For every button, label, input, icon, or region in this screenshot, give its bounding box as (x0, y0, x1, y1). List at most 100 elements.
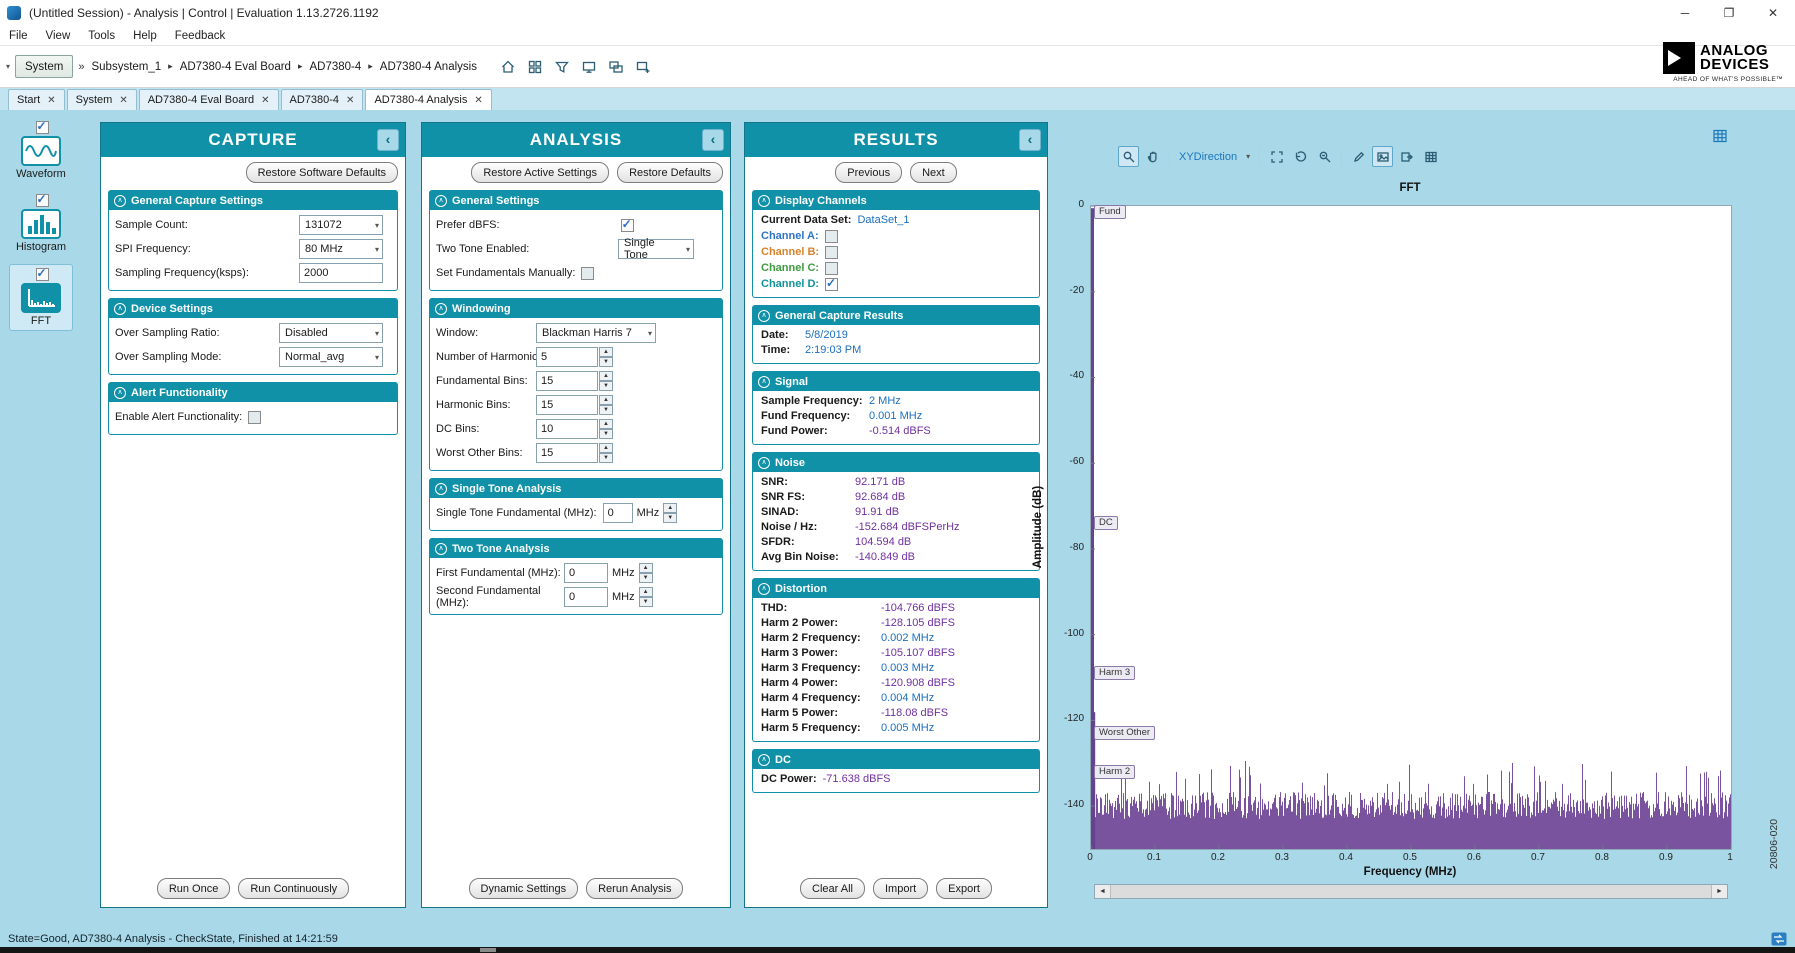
spinner-down-icon[interactable]: ▼ (639, 597, 653, 607)
spinner-up-icon[interactable]: ▲ (599, 443, 613, 453)
tab-close-icon[interactable]: ✕ (47, 95, 55, 106)
close-button[interactable]: ✕ (1751, 0, 1795, 26)
chart-options-button[interactable] (1420, 146, 1441, 167)
sidebar-item-fft[interactable]: FFT (9, 264, 73, 331)
tab-start[interactable]: Start✕ (8, 89, 65, 110)
second-fundamental-spinner[interactable]: 0MHz▲▼ (564, 587, 653, 607)
zoom-box-button[interactable] (1118, 146, 1139, 167)
oversampling-mode-select[interactable]: Normal_avg▾ (279, 347, 383, 367)
spinner-down-icon[interactable]: ▼ (639, 573, 653, 583)
spinner-up-icon[interactable]: ▲ (599, 419, 613, 429)
spinner-up-icon[interactable]: ▲ (599, 371, 613, 381)
input-value[interactable]: 10 (536, 419, 598, 439)
two-tone-enabled-select[interactable]: Single Tone▾ (618, 239, 694, 259)
breadcrumb-overflow-icon[interactable]: » (78, 61, 84, 73)
spinner-down-icon[interactable]: ▼ (599, 381, 613, 391)
window-select[interactable]: Blackman Harris 7▾ (536, 323, 656, 343)
enable-alert-checkbox[interactable] (248, 411, 261, 424)
filter-icon[interactable] (552, 57, 572, 77)
section-header-display-channels[interactable]: ∧ Display Channels (753, 191, 1039, 210)
input-value[interactable]: 0 (564, 563, 608, 583)
run-once-button[interactable]: Run Once (157, 878, 231, 899)
tab-close-icon[interactable]: ✕ (119, 95, 127, 106)
breadcrumb-dropdown-icon[interactable]: ▾ (6, 62, 10, 71)
section-header-device-settings[interactable]: ∧ Device Settings (109, 299, 397, 318)
number-of-harmonics-spinner[interactable]: 5▲▼ (536, 347, 613, 367)
spi-frequency-select[interactable]: 80 MHz▾ (299, 239, 383, 259)
menu-file[interactable]: File (0, 26, 37, 45)
sync-status-icon[interactable] (1771, 932, 1787, 946)
section-header-windowing[interactable]: ∧ Windowing (430, 299, 722, 318)
section-header-capture-results[interactable]: ∧ General Capture Results (753, 306, 1039, 325)
fft-checkbox[interactable] (36, 268, 49, 281)
input-value[interactable]: 15 (536, 395, 598, 415)
zoom-in-button[interactable] (1314, 146, 1335, 167)
spinner-down-icon[interactable]: ▼ (663, 513, 677, 523)
restore-active-settings-button[interactable]: Restore Active Settings (471, 162, 609, 183)
previous-button[interactable]: Previous (835, 162, 902, 183)
tab-close-icon[interactable]: ✕ (474, 95, 482, 106)
sampling-frequency-input[interactable]: 2000 (299, 263, 383, 283)
scroll-right-icon[interactable]: ► (1712, 885, 1727, 898)
input-value[interactable]: 0 (564, 587, 608, 607)
spinner-up-icon[interactable]: ▲ (663, 503, 677, 513)
section-header-general-settings[interactable]: ∧ General Settings (430, 191, 722, 210)
breadcrumb-item-device[interactable]: AD7380-4 (307, 61, 363, 73)
tab-eval-board[interactable]: AD7380-4 Eval Board✕ (139, 89, 279, 110)
spinner-up-icon[interactable]: ▲ (599, 347, 613, 357)
tab-system[interactable]: System✕ (67, 89, 137, 110)
spinner-down-icon[interactable]: ▼ (599, 405, 613, 415)
input-value[interactable]: 15 (536, 371, 598, 391)
fft-plot-area[interactable]: FundDCHarm 3Worst OtherHarm 2 (1090, 205, 1732, 850)
snapshot-image-button[interactable] (1372, 146, 1393, 167)
single-tone-fundamental-spinner[interactable]: 0MHz▲▼ (603, 503, 678, 523)
analysis-collapse-button[interactable]: ‹ (702, 129, 724, 151)
tab-close-ic[interactable]: ✕ (261, 95, 269, 106)
pan-hand-button[interactable] (1142, 146, 1163, 167)
section-header-alert[interactable]: ∧ Alert Functionality (109, 383, 397, 402)
dynamic-settings-button[interactable]: Dynamic Settings (469, 878, 579, 899)
apps-grid-icon[interactable] (525, 57, 545, 77)
sidebar-item-waveform[interactable]: Waveform (9, 118, 73, 183)
spinner-down-icon[interactable]: ▼ (599, 429, 613, 439)
annotate-pencil-button[interactable] (1348, 146, 1369, 167)
annotation-flag[interactable]: DC (1094, 516, 1118, 530)
capture-collapse-button[interactable]: ‹ (377, 129, 399, 151)
chart-scrollbar[interactable]: ◄ ► (1094, 884, 1728, 899)
histogram-checkbox[interactable] (36, 194, 49, 207)
menu-help[interactable]: Help (124, 26, 166, 45)
annotation-flag[interactable]: Fund (1094, 205, 1126, 219)
tab-analysis[interactable]: AD7380-4 Analysis✕ (365, 89, 491, 110)
section-header-signal[interactable]: ∧ Signal (753, 372, 1039, 391)
spinner-up-icon[interactable]: ▲ (639, 587, 653, 597)
import-button[interactable]: Import (873, 878, 928, 899)
input-value[interactable]: 15 (536, 443, 598, 463)
section-header-single-tone[interactable]: ∧ Single Tone Analysis (430, 479, 722, 498)
annotation-flag[interactable]: Harm 2 (1094, 765, 1135, 779)
run-continuously-button[interactable]: Run Continuously (238, 878, 349, 899)
channel-d-checkbox[interactable] (825, 278, 838, 291)
restore-software-defaults-button[interactable]: Restore Software Defaults (246, 162, 398, 183)
dual-display-icon[interactable] (606, 57, 626, 77)
annotation-flag[interactable]: Worst Other (1094, 726, 1155, 740)
tab-close-icon[interactable]: ✕ (346, 95, 354, 106)
section-header-general-capture[interactable]: ∧ General Capture Settings (109, 191, 397, 210)
scrollbar-thumb[interactable] (1110, 885, 1712, 898)
restore-defaults-button[interactable]: Restore Defaults (617, 162, 723, 183)
spinner-up-icon[interactable]: ▲ (599, 395, 613, 405)
export-chart-button[interactable] (1396, 146, 1417, 167)
new-view-icon[interactable] (633, 57, 653, 77)
menu-view[interactable]: View (37, 26, 80, 45)
menu-feedback[interactable]: Feedback (166, 26, 235, 45)
sample-count-select[interactable]: 131072▾ (299, 215, 383, 235)
set-fundamentals-checkbox[interactable] (581, 267, 594, 280)
dc-bins-spinner[interactable]: 10▲▼ (536, 419, 613, 439)
first-fundamental-spinner[interactable]: 0MHz▲▼ (564, 563, 653, 583)
minimize-button[interactable]: ─ (1663, 0, 1707, 26)
prefer-dbfs-checkbox[interactable] (621, 219, 634, 232)
worst-other-bins-spinner[interactable]: 15▲▼ (536, 443, 613, 463)
export-button[interactable]: Export (936, 878, 992, 899)
clear-all-button[interactable]: Clear All (800, 878, 865, 899)
menu-tools[interactable]: Tools (79, 26, 124, 45)
tab-device[interactable]: AD7380-4✕ (281, 89, 364, 110)
